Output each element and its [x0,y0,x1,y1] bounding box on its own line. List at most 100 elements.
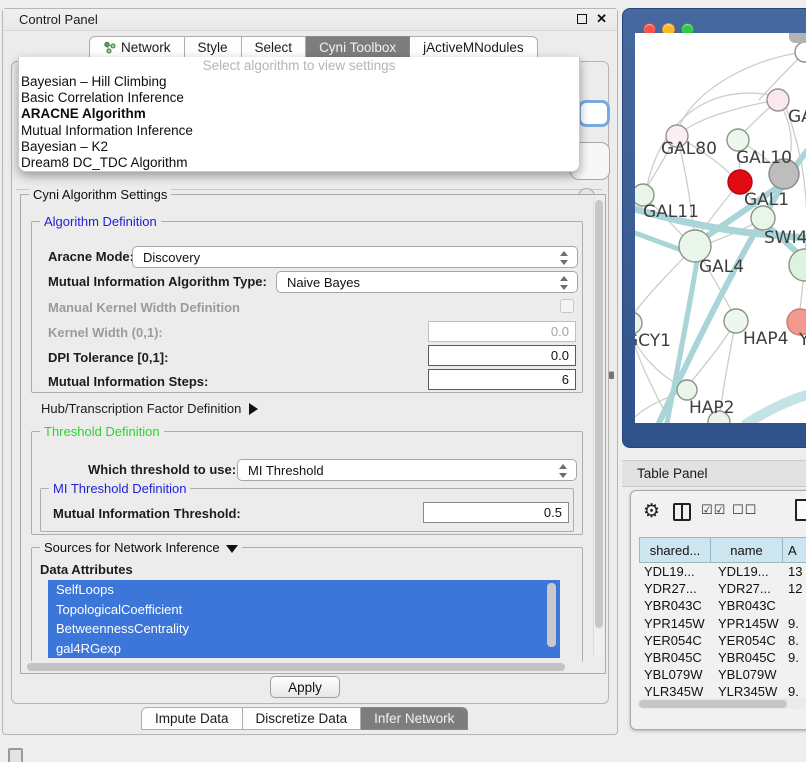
dropdown-prompt: Select algorithm to view settings [19,57,579,74]
table-cell[interactable]: YBR043C [639,597,711,614]
table-cell[interactable]: YPR145W [711,615,783,632]
table-horizontal-scrollbar[interactable] [637,698,806,709]
data-attributes-list[interactable]: SelfLoopsTopologicalCoefficientBetweenne… [48,580,560,658]
dpi-tolerance-field[interactable] [428,345,576,366]
table-cell[interactable]: YPR145W [639,615,711,632]
cyni-algorithm-settings-group: Cyni Algorithm Settings Algorithm Defini… [20,194,606,674]
table-cell[interactable]: YBR045C [639,649,711,666]
manual-kernel-checkbox[interactable] [560,299,574,313]
which-threshold-select[interactable]: MI Threshold [237,459,577,481]
table-cell[interactable]: YDR27... [711,580,783,597]
table-cell[interactable]: YER054C [639,632,711,649]
mi-threshold-field[interactable] [423,502,569,523]
table-row[interactable]: YBR043CYBR043C [639,597,806,614]
data-attribute-item[interactable]: TopologicalCoefficient [48,600,560,620]
table-row[interactable]: YER054CYER054C8. [639,632,806,649]
split-columns-icon[interactable] [673,503,691,521]
table-row[interactable]: YDR27...YDR27...12 [639,580,806,597]
network-graph[interactable]: GALGAL80GAL10GAL1GAL11SWI4GAL4GCY1HAP4YH… [635,33,806,423]
data-attribute-item[interactable]: SelfLoops [48,580,560,600]
float-window-icon[interactable] [577,14,587,24]
settings-horizontal-scrollbar[interactable] [25,661,585,672]
algorithm-option[interactable]: Mutual Information Inference [19,123,579,139]
algorithm-option[interactable]: ARACNE Algorithm [19,106,579,122]
tab-jactivemnodules[interactable]: jActiveMNodules [410,36,538,59]
aracne-mode-select[interactable]: Discovery [132,246,578,268]
network-edge-thick[interactable] [635,233,684,251]
table-row[interactable]: YBL079WYBL079W [639,666,806,683]
table-cell[interactable]: 9. [783,649,806,666]
network-node-gal[interactable] [767,89,789,111]
column-header-clipped[interactable]: A [783,537,806,563]
table-row[interactable]: YPR145WYPR145W9. [639,615,806,632]
mi-algorithm-type-select[interactable]: Naive Bayes [276,271,578,293]
table-cell[interactable] [783,597,806,614]
algorithm-option[interactable]: Bayesian – Hill Climbing [19,74,579,90]
network-node-hap2[interactable] [677,380,697,400]
table-cell[interactable]: 8. [783,632,806,649]
node-table: shared... name A YDL19...YDL19...13YDR27… [639,537,806,703]
sources-group-title[interactable]: Sources for Network Inference [40,540,242,555]
close-icon[interactable]: ✕ [596,13,607,25]
tab-cyni-toolbox[interactable]: Cyni Toolbox [306,36,410,59]
kernel-width-field[interactable] [428,321,576,342]
table-row[interactable]: YDL19...YDL19...13 [639,563,806,580]
expanded-arrow-icon [226,545,238,553]
table-cell[interactable]: YBL079W [711,666,783,683]
list-scrollbar-thumb[interactable] [547,583,556,647]
gear-icon[interactable]: ⚙ [643,500,660,522]
table-toolbar: ⚙ ☑☑ ☐☐ [631,491,806,535]
data-attribute-item[interactable]: BetweennessCentrality [48,619,560,639]
tab-network[interactable]: Network [89,36,185,59]
mi-steps-field[interactable] [428,369,576,390]
network-canvas[interactable]: GALGAL80GAL10GAL1GAL11SWI4GAL4GCY1HAP4YH… [635,33,806,423]
table-cell[interactable]: YDL19... [639,563,711,580]
settings-vertical-scrollbar[interactable] [593,198,604,658]
table-cell[interactable]: 12 [783,580,806,597]
table-cell[interactable]: YBR045C [711,649,783,666]
table-cell[interactable]: YBL079W [639,666,711,683]
network-edge[interactable] [685,100,778,130]
table-cell[interactable]: YBR043C [711,597,783,614]
algorithm-definition-group: Algorithm Definition Aracne Mode: Discov… [31,221,583,393]
tab-label: Select [255,40,293,55]
scrollbar-thumb[interactable] [639,700,787,708]
tab-impute-data[interactable]: Impute Data [141,707,243,730]
column-header-name[interactable]: name [711,537,783,563]
table-cell[interactable]: 13 [783,563,806,580]
tab-style[interactable]: Style [185,36,242,59]
hub-definition-expander[interactable]: Hub/Transcription Factor Definition [41,401,258,416]
algorithm-dropdown-list: Bayesian – Hill ClimbingBasic Correlatio… [19,74,579,171]
table-cell[interactable]: YDR27... [639,580,711,597]
scrollbar-thumb[interactable] [27,663,565,671]
which-threshold-label: Which threshold to use: [88,462,236,477]
tab-infer-network[interactable]: Infer Network [361,707,468,730]
sources-group: Sources for Network Inference Data Attri… [31,547,583,663]
apply-button[interactable]: Apply [270,676,340,698]
collapsed-panel-icon[interactable] [8,748,23,762]
network-node[interactable] [795,42,806,62]
algorithm-option[interactable]: Dream8 DC_TDC Algorithm [19,155,579,171]
scrollbar-thumb[interactable] [595,200,603,628]
tab-select[interactable]: Select [242,36,307,59]
collapsed-arrow-icon [249,403,258,415]
network-node[interactable] [789,249,806,281]
table-cell[interactable]: 9. [783,615,806,632]
table-cell[interactable] [783,666,806,683]
algorithm-option[interactable]: Basic Correlation Inference [19,90,579,106]
network-edge-thick[interactable] [746,395,806,423]
column-header-shared-name[interactable]: shared... [639,537,711,563]
tab-discretize-data[interactable]: Discretize Data [243,707,362,730]
manual-kernel-label: Manual Kernel Width Definition [48,300,240,315]
data-attribute-item[interactable]: gal4RGexp [48,639,560,659]
splitter-grip[interactable] [609,371,614,379]
network-edge[interactable] [680,52,805,125]
select-all-checkboxes-icon[interactable]: ☑☑ [701,503,726,518]
control-panel-titlebar: Control Panel ✕ [3,9,617,31]
deselect-all-checkboxes-icon[interactable]: ☐☐ [732,503,757,518]
table-cell[interactable]: YER054C [711,632,783,649]
document-icon[interactable] [795,499,806,521]
table-cell[interactable]: YDL19... [711,563,783,580]
algorithm-option[interactable]: Bayesian – K2 [19,139,579,155]
table-row[interactable]: YBR045CYBR045C9. [639,649,806,666]
